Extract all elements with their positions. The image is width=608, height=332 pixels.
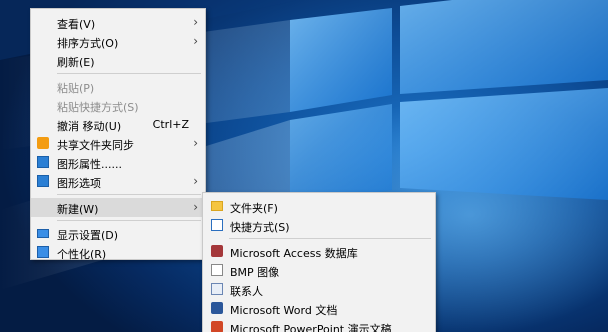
menu-item-label: 查看(V): [57, 18, 96, 31]
menu-item-label: 粘贴快捷方式(S): [57, 101, 139, 114]
menu-item-label: 快捷方式(S): [230, 221, 290, 234]
menu-item-personalize[interactable]: 个性化(R): [31, 243, 205, 262]
powerpoint-icon: [211, 321, 223, 332]
menu-item-refresh[interactable]: 刷新(E): [31, 51, 205, 70]
shortcut-icon: [211, 219, 223, 231]
contact-icon: [211, 283, 223, 295]
menu-item-sync-folder[interactable]: 共享文件夹同步 ›: [31, 134, 205, 153]
bmp-image-icon: [211, 264, 223, 276]
menu-item-graphics-properties[interactable]: 图形属性......: [31, 153, 205, 172]
menu-item-new[interactable]: 新建(W) ›: [31, 198, 205, 217]
menu-item-label: 文件夹(F): [230, 202, 278, 215]
menu-separator: [57, 194, 201, 195]
menu-item-label: 刷新(E): [57, 56, 95, 69]
folder-icon: [211, 201, 223, 211]
chevron-right-icon: ›: [193, 34, 198, 48]
chevron-right-icon: ›: [193, 174, 198, 188]
menu-item-display-settings[interactable]: 显示设置(D): [31, 224, 205, 243]
display-settings-icon: [37, 229, 49, 238]
menu-item-label: 图形选项: [57, 177, 101, 190]
menu-item-sort-by[interactable]: 排序方式(O) ›: [31, 32, 205, 51]
chevron-right-icon: ›: [193, 136, 198, 150]
personalize-icon: [37, 246, 49, 258]
sync-folder-icon: [37, 137, 49, 149]
menu-item-paste-shortcut[interactable]: 粘贴快捷方式(S): [31, 96, 205, 115]
access-icon: [211, 245, 223, 257]
menu-item-label: BMP 图像: [230, 266, 280, 279]
desktop-background[interactable]: 查看(V) › 排序方式(O) › 刷新(E) 粘贴(P) 粘贴快捷方式(S) …: [0, 0, 608, 332]
graphics-options-icon: [37, 175, 49, 187]
menu-item-label: 撤消 移动(U): [57, 120, 122, 133]
new-submenu: 文件夹(F) 快捷方式(S) Microsoft Access 数据库 BMP …: [202, 192, 436, 332]
graphics-properties-icon: [37, 156, 49, 168]
menu-item-label: 排序方式(O): [57, 37, 119, 50]
menu-item-label: 共享文件夹同步: [57, 139, 134, 152]
submenu-item-shortcut[interactable]: 快捷方式(S): [203, 216, 435, 235]
desktop-context-menu: 查看(V) › 排序方式(O) › 刷新(E) 粘贴(P) 粘贴快捷方式(S) …: [30, 8, 206, 262]
menu-item-paste[interactable]: 粘贴(P): [31, 77, 205, 96]
menu-item-label: 新建(W): [57, 203, 99, 216]
submenu-item-bmp-image[interactable]: BMP 图像: [203, 261, 435, 280]
submenu-item-word-document[interactable]: Microsoft Word 文档: [203, 299, 435, 318]
menu-item-undo-move[interactable]: 撤消 移动(U) Ctrl+Z: [31, 115, 205, 134]
submenu-item-contact[interactable]: 联系人: [203, 280, 435, 299]
submenu-item-access-database[interactable]: Microsoft Access 数据库: [203, 242, 435, 261]
menu-item-label: 图形属性......: [57, 158, 122, 171]
chevron-right-icon: ›: [193, 200, 198, 214]
submenu-item-powerpoint-presentation[interactable]: Microsoft PowerPoint 演示文稿: [203, 318, 435, 332]
menu-item-graphics-options[interactable]: 图形选项 ›: [31, 172, 205, 191]
menu-separator: [57, 73, 201, 74]
menu-item-label: Microsoft PowerPoint 演示文稿: [230, 323, 392, 332]
chevron-right-icon: ›: [193, 15, 198, 29]
menu-separator: [229, 238, 431, 239]
menu-item-view[interactable]: 查看(V) ›: [31, 13, 205, 32]
menu-item-shortcut: Ctrl+Z: [152, 118, 189, 131]
menu-item-label: 联系人: [230, 285, 263, 298]
menu-item-label: 个性化(R): [57, 248, 107, 261]
menu-item-label: 粘贴(P): [57, 82, 95, 95]
submenu-item-folder[interactable]: 文件夹(F): [203, 197, 435, 216]
menu-item-label: Microsoft Word 文档: [230, 304, 338, 317]
word-icon: [211, 302, 223, 314]
menu-item-label: 显示设置(D): [57, 229, 119, 242]
menu-item-label: Microsoft Access 数据库: [230, 247, 358, 260]
menu-separator: [57, 220, 201, 221]
